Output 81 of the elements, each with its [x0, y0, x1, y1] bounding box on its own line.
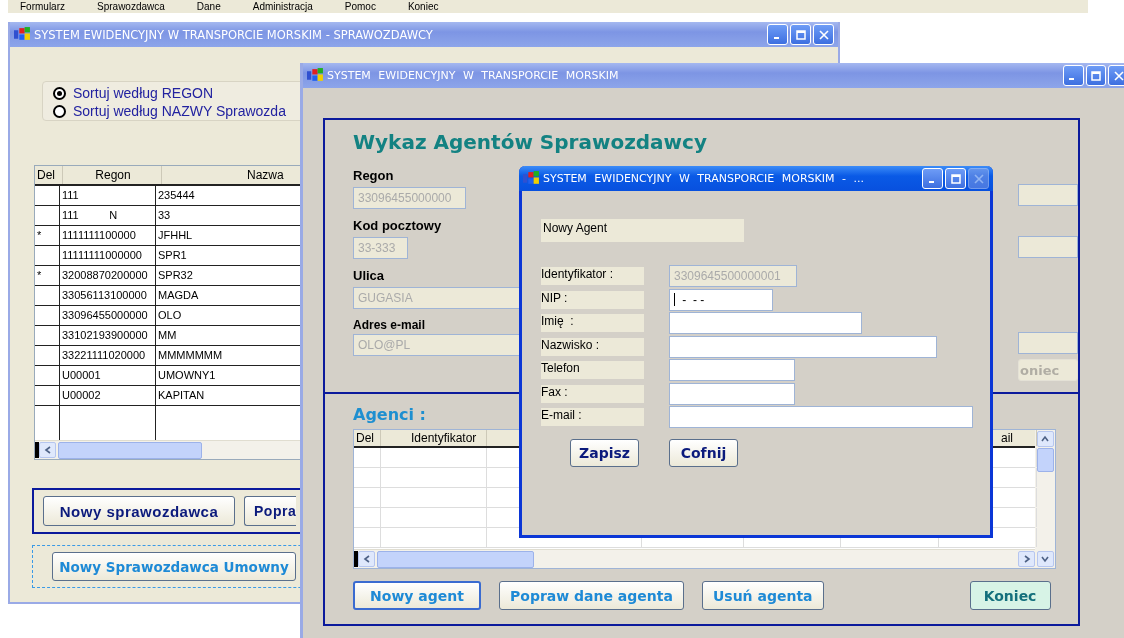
- field-label: NIP :: [541, 290, 644, 309]
- menu-item[interactable]: Administracja: [252, 0, 313, 13]
- input-field[interactable]: [1018, 184, 1078, 206]
- field-label: Ulica: [353, 268, 385, 283]
- table-cell: *: [35, 266, 60, 285]
- table-cell: 32008870200000: [60, 266, 156, 285]
- input-field[interactable]: [669, 335, 937, 358]
- table-cell: U00001: [60, 366, 156, 385]
- table-cell-text: JFHHL: [157, 228, 194, 243]
- menu-item[interactable]: Koniec: [407, 0, 439, 13]
- table-cell-text: MM: [157, 328, 178, 343]
- window-title: SYSTEM EWIDENCYJNY W TRANSPORCIE MORSKIM: [327, 69, 619, 82]
- table-cell-text: UMOWNY1: [157, 368, 217, 383]
- maximize-icon[interactable]: [950, 173, 961, 184]
- table-cell: 33221111020000: [60, 346, 156, 365]
- table-cell-text: MMMMMMM: [157, 348, 224, 363]
- horizontal-scrollbar[interactable]: [354, 549, 1035, 568]
- radio-label[interactable]: Sortuj według REGON: [73, 85, 214, 101]
- form-heading: Wykaz Agentów Sprawozdawcy: [353, 130, 707, 154]
- table-cell-text: 235444: [157, 188, 196, 203]
- field-label: Imię :: [541, 314, 644, 333]
- form-caption: Nowy Agent: [541, 219, 744, 242]
- column-header[interactable]: Del: [35, 166, 63, 184]
- field-label: Adres e-mail: [353, 318, 426, 332]
- input-field[interactable]: [669, 382, 795, 405]
- window-title: SYSTEM EWIDENCYJNY W TRANSPORCIE MORSKIM - SPRAWOZDAWCY: [34, 27, 434, 42]
- scrollbar-thumb[interactable]: [58, 441, 202, 459]
- input-field[interactable]: [669, 406, 973, 429]
- section-label: Agenci :: [353, 405, 426, 426]
- radio-button[interactable]: [53, 86, 66, 100]
- agent-button[interactable]: Koniec: [969, 581, 1051, 610]
- window-title: SYSTEM EWIDENCYJNY W TRANSPORCIE MORSKIM - ...: [543, 172, 864, 185]
- input-field[interactable]: [1018, 236, 1078, 258]
- menu-item[interactable]: Formularz: [20, 0, 65, 13]
- field-label: Kod pocztowy: [353, 218, 442, 233]
- table-cell-text: KAPITAN: [157, 388, 206, 403]
- edit-button[interactable]: Popra: [244, 496, 297, 526]
- table-cell: 33102193900000: [60, 326, 156, 345]
- input-field[interactable]: - - -: [669, 288, 773, 311]
- table-cell: 33056113100000: [60, 286, 156, 305]
- column-header[interactable]: Del: [356, 431, 374, 445]
- field-label: Identyfikator :: [541, 267, 644, 286]
- table-cell: 33096455000000: [60, 306, 156, 325]
- column-header[interactable]: ail: [1001, 430, 1013, 446]
- input-field[interactable]: [1018, 332, 1078, 354]
- radio-button[interactable]: [53, 104, 66, 118]
- table-cell-text: SPR32: [157, 268, 194, 283]
- minimize-button[interactable]: [922, 168, 943, 189]
- app-logo-icon: [307, 68, 324, 83]
- radio-label[interactable]: Sortuj według NAZWY Sprawozda: [73, 103, 286, 119]
- column-header[interactable]: Identyfikator: [383, 431, 477, 445]
- table-cell-text: OLO: [157, 308, 183, 323]
- table-cell: U00002: [60, 386, 156, 405]
- field-label: E-mail :: [541, 408, 644, 427]
- new-reporter-button[interactable]: Nowy sprawozdawca: [43, 496, 235, 526]
- input-field[interactable]: [669, 359, 795, 382]
- menu-item[interactable]: Sprawozdawca: [97, 0, 165, 13]
- table-cell: 111: [60, 186, 156, 205]
- scrollbar-thumb[interactable]: [377, 550, 534, 568]
- field-label: Nazwisko :: [541, 337, 644, 356]
- app-logo-icon: [14, 27, 31, 42]
- menu-item[interactable]: Pomoc: [344, 0, 376, 13]
- table-cell: 1111111100000: [60, 226, 156, 245]
- menu-item[interactable]: Dane: [196, 0, 221, 13]
- app-logo-icon: [523, 171, 540, 186]
- input-field[interactable]: [669, 312, 862, 335]
- field-label: Fax :: [541, 384, 644, 403]
- column-header[interactable]: Regon: [63, 166, 162, 184]
- table-cell-text: MAGDA: [157, 288, 200, 303]
- table-cell-text: 33: [157, 208, 172, 223]
- field-label: Telefon: [541, 361, 644, 380]
- field-label: Regon: [353, 168, 394, 183]
- maximize-button[interactable]: [945, 168, 966, 189]
- vertical-scrollbar[interactable]: [1035, 430, 1055, 568]
- table-cell: 111 N: [60, 206, 156, 225]
- table-cell-text: SPR1: [157, 248, 188, 263]
- table-cell: 11111111000000: [60, 246, 156, 265]
- column-header[interactable]: Nazwa: [162, 166, 300, 184]
- dialog-button[interactable]: Cofnij: [669, 438, 738, 467]
- dialog-button[interactable]: Zapisz: [570, 438, 639, 467]
- table-cell: *: [35, 226, 60, 245]
